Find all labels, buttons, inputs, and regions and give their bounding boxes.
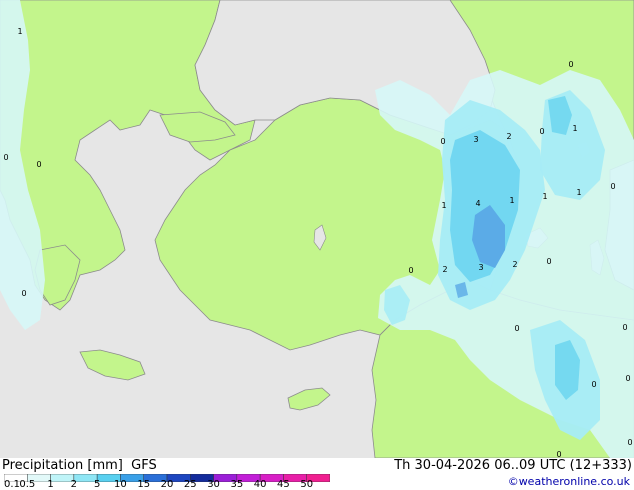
contour-label: 1	[441, 201, 446, 210]
contour-label: 3	[473, 135, 478, 144]
contour-label: 1	[509, 196, 514, 205]
scale-labels: 0.1 0.5 1 2 5 10 15 20 25 30 35 40 45 50	[0, 480, 330, 490]
contour-label: 4	[475, 199, 480, 208]
scale-label: 25	[183, 479, 197, 490]
scale-label: 0.1	[4, 479, 20, 490]
scale-label: 2	[70, 479, 78, 490]
contour-label: 0	[546, 257, 551, 266]
contour-label: 0	[627, 438, 632, 447]
scale-label: 10	[114, 479, 127, 490]
contour-label: 1	[576, 188, 581, 197]
contour-label: 0	[539, 127, 544, 136]
contour-label: 0	[568, 60, 573, 69]
scale-label: 1	[47, 479, 54, 490]
legend-title: Precipitation [mm] GFS	[2, 458, 157, 473]
forecast-datetime: Th 30-04-2026 06..09 UTC (12+333)	[394, 458, 632, 473]
contour-label: 0	[36, 160, 41, 169]
scale-label: 15	[137, 479, 151, 490]
legend-bar: Precipitation [mm] GFS Th 30-04-2026 06.…	[0, 458, 634, 490]
contour-label: 0	[622, 323, 627, 332]
scale-label: 5	[93, 479, 101, 490]
contour-label: 0	[3, 153, 8, 162]
contour-label: 0	[514, 324, 519, 333]
contour-label: 2	[512, 260, 517, 269]
scale-label: 50	[300, 479, 314, 490]
scale-label: 45	[277, 479, 290, 490]
scale-label: 0.5	[19, 479, 36, 490]
contour-label: 0	[556, 450, 561, 458]
scale-label: 40	[253, 479, 267, 490]
scale-label: 35	[230, 479, 244, 490]
contour-label: 0	[610, 182, 615, 191]
contour-label: 2	[506, 132, 511, 141]
scale-label: 30	[207, 479, 220, 490]
contour-label: 0	[625, 374, 630, 383]
precipitation-map[interactable]: 1 0 0 0 0 3 2 0 1 0 1 4 1 1 1 0 0 2 3 2 …	[0, 0, 634, 458]
contour-label: 0	[440, 137, 445, 146]
contour-label: 0	[408, 266, 413, 275]
credit-link[interactable]: ©weatheronline.co.uk	[508, 475, 630, 488]
scale-label: 20	[160, 479, 174, 490]
map-viewer: 1 0 0 0 0 3 2 0 1 0 1 4 1 1 1 0 0 2 3 2 …	[0, 0, 634, 490]
contour-label: 3	[478, 263, 483, 272]
contour-label: 1	[572, 124, 577, 133]
contour-label: 1	[17, 27, 22, 36]
contour-label: 1	[542, 192, 547, 201]
contour-label: 0	[21, 289, 26, 298]
contour-label: 0	[591, 380, 596, 389]
contour-label: 2	[442, 265, 447, 274]
